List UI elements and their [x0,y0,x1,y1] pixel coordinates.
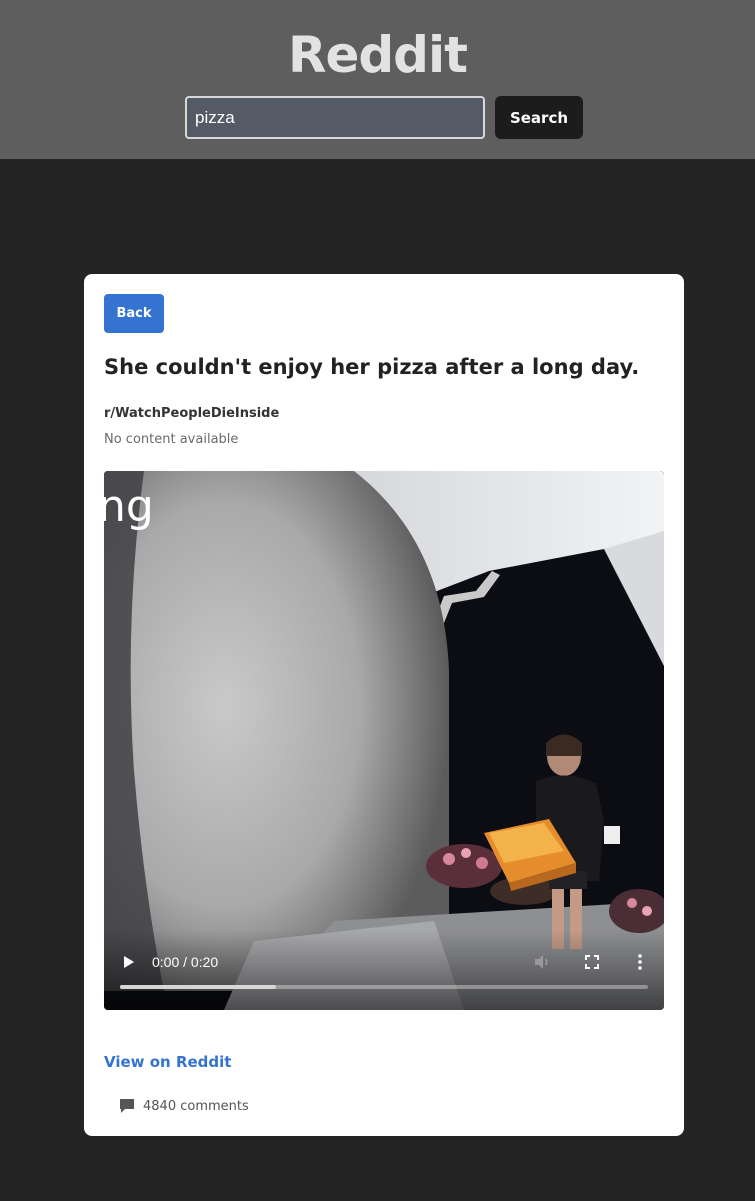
video-progress-fill [120,985,276,989]
site-title: Reddit [287,26,468,84]
post-card: Back She couldn't enjoy her pizza after … [84,274,684,1136]
comments-count[interactable]: 4840 comments [118,1096,249,1116]
camera-overlay-text: ng [104,481,154,532]
search-button[interactable]: Search [495,96,583,139]
back-button[interactable]: Back [104,294,164,333]
view-on-reddit-link[interactable]: View on Reddit [104,1053,231,1071]
search-input[interactable] [185,96,485,139]
more-options-icon[interactable] [630,952,650,972]
play-icon[interactable] [120,953,138,971]
post-content-text: No content available [104,432,239,447]
video-progress-bar[interactable] [120,985,648,989]
video-player[interactable]: ng 0:00 / 0:20 [104,471,664,1010]
subreddit-name: r/WatchPeopleDieInside [104,406,280,421]
post-title: She couldn't enjoy her pizza after a lon… [104,355,640,379]
video-time: 0:00 / 0:20 [152,954,219,970]
fullscreen-icon[interactable] [582,952,602,972]
volume-icon[interactable] [532,952,552,972]
comment-count-text: 4840 comments [143,1098,249,1114]
comment-icon [118,1097,136,1115]
header-bar: Reddit Search [0,0,755,159]
